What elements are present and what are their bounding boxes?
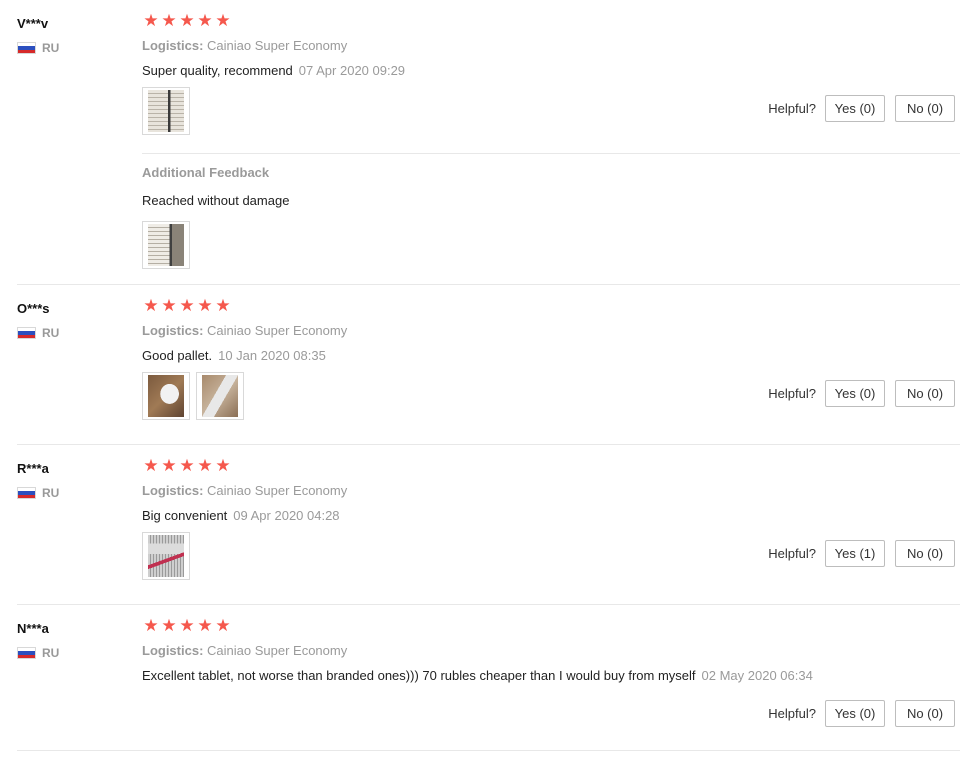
logistics-info: Logistics: Cainiao Super Economy bbox=[142, 483, 347, 498]
review-divider bbox=[17, 750, 960, 751]
helpful-controls: Helpful? Yes (0) No (0) bbox=[768, 700, 955, 727]
reviewer-country: RU bbox=[17, 326, 60, 340]
logistics-info: Logistics: Cainiao Super Economy bbox=[142, 643, 347, 658]
star-icon: ★ bbox=[215, 456, 231, 475]
review-date: 10 Jan 2020 08:35 bbox=[218, 348, 326, 363]
review-date: 09 Apr 2020 04:28 bbox=[233, 508, 340, 523]
logistics-label: Logistics: bbox=[142, 483, 204, 498]
helpful-label: Helpful? bbox=[768, 101, 816, 116]
star-icon: ★ bbox=[143, 11, 159, 30]
logistics-label: Logistics: bbox=[142, 323, 204, 338]
review-body: Excellent tablet, not worse than branded… bbox=[142, 668, 696, 683]
review-photo-thumbnail[interactable] bbox=[142, 221, 190, 269]
helpful-controls: Helpful? Yes (1) No (0) bbox=[768, 540, 955, 567]
logistics-info: Logistics: Cainiao Super Economy bbox=[142, 323, 347, 338]
logistics-value: Cainiao Super Economy bbox=[207, 643, 348, 658]
review-photo-thumbnail[interactable] bbox=[196, 372, 244, 420]
russia-flag-icon bbox=[17, 327, 36, 339]
helpful-label: Helpful? bbox=[768, 386, 816, 401]
country-code: RU bbox=[42, 646, 60, 660]
helpful-no-button[interactable]: No (0) bbox=[895, 540, 955, 567]
review-text: Big convenient 09 Apr 2020 04:28 bbox=[142, 508, 340, 523]
helpful-yes-button[interactable]: Yes (0) bbox=[825, 700, 885, 727]
country-code: RU bbox=[42, 326, 60, 340]
helpful-yes-button[interactable]: Yes (0) bbox=[825, 380, 885, 407]
star-icon: ★ bbox=[215, 296, 231, 315]
star-icon: ★ bbox=[179, 616, 195, 635]
country-code: RU bbox=[42, 486, 60, 500]
reviewer-country: RU bbox=[17, 486, 60, 500]
additional-feedback-divider bbox=[142, 153, 960, 154]
star-rating: ★ ★ ★ ★ ★ bbox=[143, 297, 231, 314]
review-date: 07 Apr 2020 09:29 bbox=[298, 63, 406, 78]
star-icon: ★ bbox=[197, 616, 213, 635]
star-icon: ★ bbox=[161, 616, 177, 635]
star-icon: ★ bbox=[197, 11, 213, 30]
helpful-controls: Helpful? Yes (0) No (0) bbox=[768, 380, 955, 407]
star-icon: ★ bbox=[179, 296, 195, 315]
review-body: Good pallet. bbox=[142, 348, 213, 363]
review-divider bbox=[17, 284, 960, 285]
helpful-yes-button[interactable]: Yes (0) bbox=[825, 95, 885, 122]
review-text: Super quality, recommend 07 Apr 2020 09:2… bbox=[142, 63, 405, 78]
review-photo-thumbnail[interactable] bbox=[142, 532, 190, 580]
helpful-label: Helpful? bbox=[768, 546, 816, 561]
star-icon: ★ bbox=[161, 11, 177, 30]
reviewer-country: RU bbox=[17, 646, 60, 660]
helpful-no-button[interactable]: No (0) bbox=[895, 95, 955, 122]
helpful-no-button[interactable]: No (0) bbox=[895, 700, 955, 727]
review-body: Super quality, recommend bbox=[142, 63, 293, 78]
star-icon: ★ bbox=[197, 296, 213, 315]
logistics-label: Logistics: bbox=[142, 38, 204, 53]
helpful-controls: Helpful? Yes (0) No (0) bbox=[768, 95, 955, 122]
logistics-value: Cainiao Super Economy bbox=[207, 38, 348, 53]
reviewer-country: RU bbox=[17, 41, 60, 55]
star-icon: ★ bbox=[179, 11, 195, 30]
star-icon: ★ bbox=[161, 296, 177, 315]
review-photo-thumbnail[interactable] bbox=[142, 372, 190, 420]
russia-flag-icon bbox=[17, 647, 36, 659]
star-icon: ★ bbox=[215, 616, 231, 635]
logistics-label: Logistics: bbox=[142, 643, 204, 658]
review-date: 02 May 2020 06:34 bbox=[701, 668, 813, 683]
additional-feedback-photos bbox=[142, 221, 190, 269]
logistics-value: Cainiao Super Economy bbox=[207, 483, 348, 498]
helpful-no-button[interactable]: No (0) bbox=[895, 380, 955, 407]
russia-flag-icon bbox=[17, 42, 36, 54]
star-icon: ★ bbox=[179, 456, 195, 475]
logistics-info: Logistics: Cainiao Super Economy bbox=[142, 38, 347, 53]
star-rating: ★ ★ ★ ★ ★ bbox=[143, 617, 231, 634]
additional-feedback-text: Reached without damage bbox=[142, 193, 290, 208]
reviewer-name: V***v bbox=[17, 16, 49, 31]
country-code: RU bbox=[42, 41, 60, 55]
review-divider bbox=[17, 444, 960, 445]
reviewer-name: O***s bbox=[17, 301, 50, 316]
star-icon: ★ bbox=[143, 296, 159, 315]
helpful-label: Helpful? bbox=[768, 706, 816, 721]
review-photo-thumbnail[interactable] bbox=[142, 87, 190, 135]
star-rating: ★ ★ ★ ★ ★ bbox=[143, 457, 231, 474]
star-icon: ★ bbox=[143, 456, 159, 475]
russia-flag-icon bbox=[17, 487, 36, 499]
review-photos bbox=[142, 372, 244, 420]
review-photos bbox=[142, 532, 190, 580]
star-icon: ★ bbox=[197, 456, 213, 475]
logistics-value: Cainiao Super Economy bbox=[207, 323, 348, 338]
review-photos bbox=[142, 87, 190, 135]
reviewer-name: R***a bbox=[17, 461, 49, 476]
additional-feedback-title: Additional Feedback bbox=[142, 165, 270, 180]
review-text: Good pallet. 10 Jan 2020 08:35 bbox=[142, 348, 326, 363]
star-icon: ★ bbox=[161, 456, 177, 475]
review-text: Excellent tablet, not worse than branded… bbox=[142, 668, 813, 683]
star-icon: ★ bbox=[143, 616, 159, 635]
review-divider bbox=[17, 604, 960, 605]
star-icon: ★ bbox=[215, 11, 231, 30]
star-rating: ★ ★ ★ ★ ★ bbox=[143, 12, 231, 29]
reviewer-name: N***a bbox=[17, 621, 49, 636]
review-body: Big convenient bbox=[142, 508, 228, 523]
helpful-yes-button[interactable]: Yes (1) bbox=[825, 540, 885, 567]
